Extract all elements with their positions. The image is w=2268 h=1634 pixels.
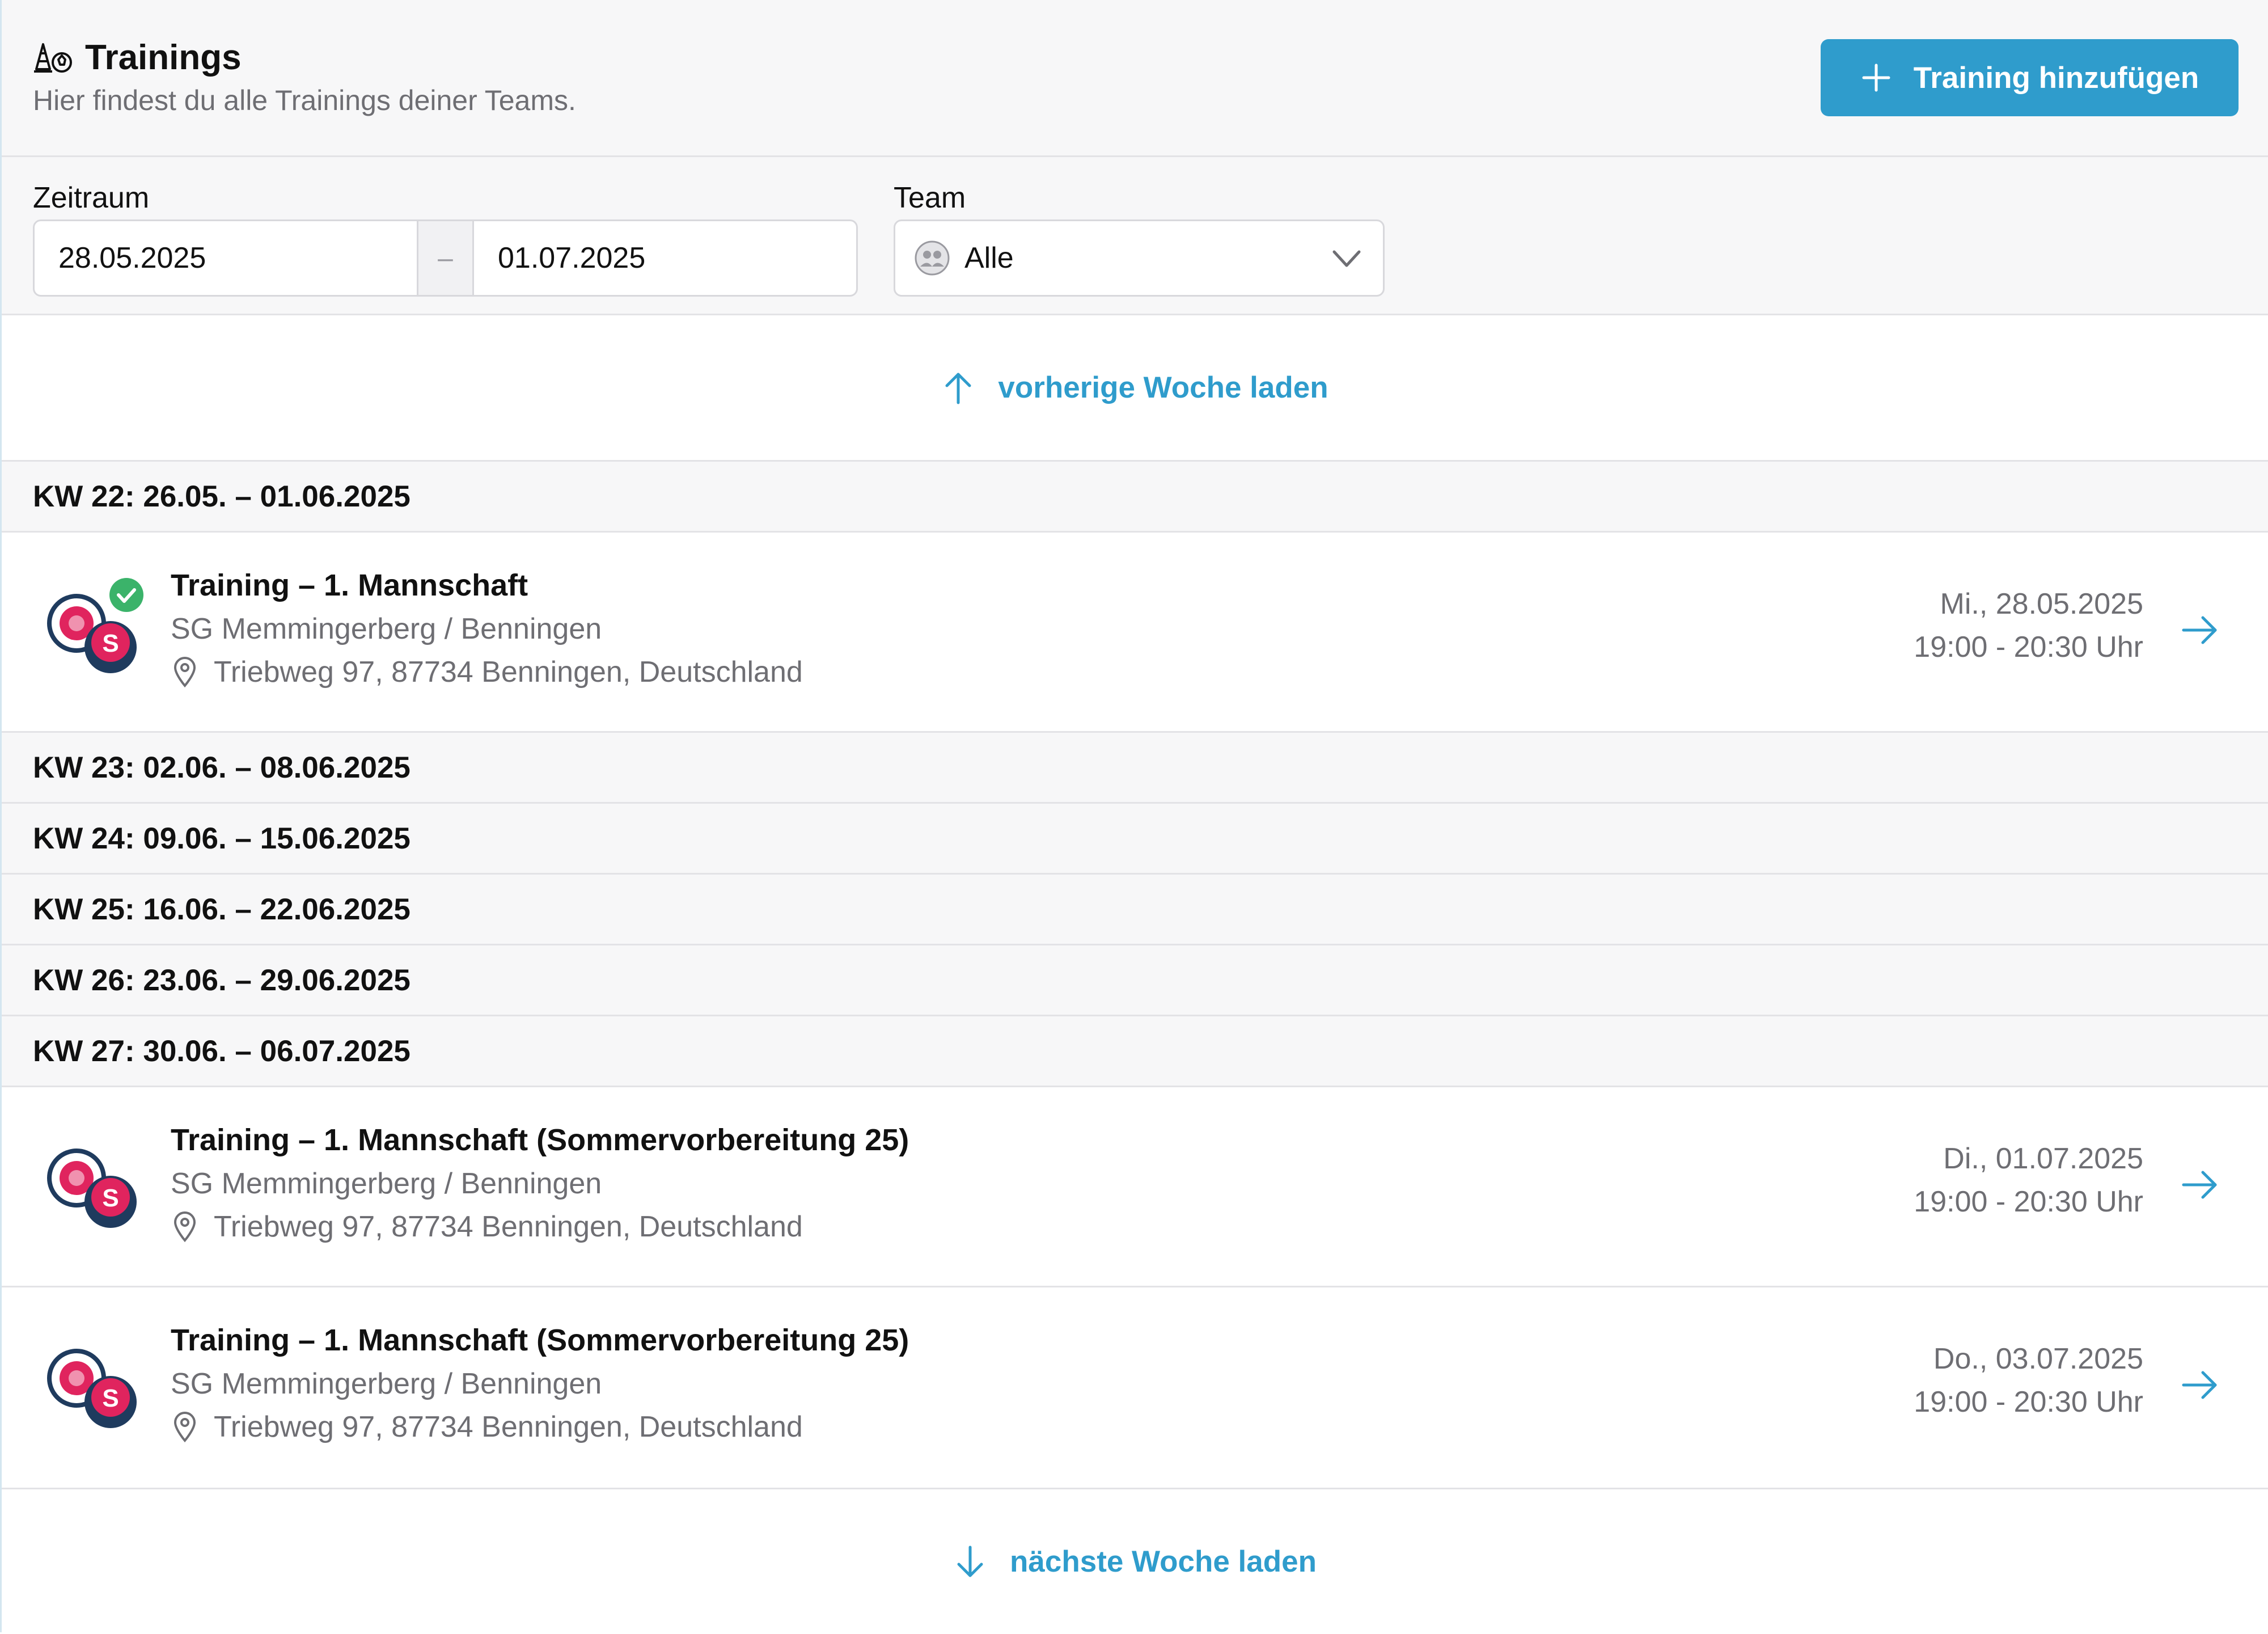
team-logos-icon: S bbox=[47, 578, 143, 673]
training-address: Triebweg 97, 87734 Benningen, Deutschlan… bbox=[171, 1210, 803, 1244]
week-header: KW 27: 30.06. – 06.07.2025 bbox=[2, 1016, 2268, 1087]
date-from-field[interactable]: 28.05.2025 bbox=[35, 221, 417, 295]
add-training-label: Training hinzufügen bbox=[1913, 61, 2199, 95]
training-title: Training – 1. Mannschaft (Sommervorberei… bbox=[171, 1123, 909, 1157]
arrow-right-icon bbox=[2182, 1171, 2217, 1199]
svg-text:S: S bbox=[102, 1184, 119, 1212]
map-pin-icon bbox=[174, 1412, 196, 1443]
map-pin-icon bbox=[174, 657, 196, 688]
page-subtitle: Hier findest du alle Trainings deiner Te… bbox=[33, 85, 576, 116]
training-row[interactable]: S Training – 1. Mannschaft (Sommervorber… bbox=[2, 1087, 2268, 1287]
date-to-field[interactable]: 01.07.2025 bbox=[474, 221, 856, 295]
map-pin-icon bbox=[174, 1211, 196, 1243]
page-header: Trainings Hier findest du alle Trainings… bbox=[2, 0, 2268, 157]
training-club: SG Memmingerberg / Benningen bbox=[171, 613, 602, 645]
training-time: 19:00 - 20:30 Uhr bbox=[1914, 631, 2143, 664]
page-title: Trainings bbox=[33, 37, 242, 78]
week-header: KW 24: 09.06. – 15.06.2025 bbox=[2, 804, 2268, 875]
week-header: KW 25: 16.06. – 22.06.2025 bbox=[2, 875, 2268, 945]
training-address-text: Triebweg 97, 87734 Benningen, Deutschlan… bbox=[214, 656, 803, 689]
check-circle-icon bbox=[109, 578, 143, 612]
team-select-value: Alle bbox=[964, 242, 1014, 275]
training-date: Mi., 28.05.2025 bbox=[1940, 588, 2143, 620]
arrow-right-icon bbox=[2182, 616, 2217, 644]
week-header: KW 26: 23.06. – 29.06.2025 bbox=[2, 945, 2268, 1016]
training-date: Di., 01.07.2025 bbox=[1943, 1142, 2143, 1175]
arrow-up-icon bbox=[945, 373, 971, 404]
add-training-button[interactable]: Training hinzufügen bbox=[1821, 39, 2239, 116]
load-next-week-button[interactable]: nächste Woche laden bbox=[2, 1488, 2268, 1634]
training-title: Training – 1. Mannschaft bbox=[171, 568, 528, 602]
team-select[interactable]: Alle bbox=[894, 219, 1385, 297]
training-club: SG Memmingerberg / Benningen bbox=[171, 1367, 602, 1400]
arrow-down-icon bbox=[957, 1546, 983, 1577]
training-row[interactable]: S Training – 1. Mannschaft (Sommervorber… bbox=[2, 1287, 2268, 1488]
team-label: Team bbox=[894, 181, 966, 214]
training-address: Triebweg 97, 87734 Benningen, Deutschlan… bbox=[171, 1410, 803, 1444]
training-row[interactable]: S Training – 1. Mannschaft SG Memmingerb… bbox=[2, 533, 2268, 733]
load-previous-week-button[interactable]: vorherige Woche laden bbox=[2, 315, 2268, 462]
training-club: SG Memmingerberg / Benningen bbox=[171, 1167, 602, 1200]
load-previous-week-label: vorherige Woche laden bbox=[998, 371, 1328, 404]
filter-bar: Zeitraum 28.05.2025 – 01.07.2025 Team Al… bbox=[2, 157, 2268, 315]
page-title-text: Trainings bbox=[85, 38, 242, 77]
training-time: 19:00 - 20:30 Uhr bbox=[1914, 1185, 2143, 1218]
trainings-page: Trainings Hier findest du alle Trainings… bbox=[0, 0, 2268, 1632]
training-cones-icon bbox=[34, 43, 72, 73]
training-address-text: Triebweg 97, 87734 Benningen, Deutschlan… bbox=[214, 1411, 803, 1443]
week-header: KW 22: 26.05. – 01.06.2025 bbox=[2, 462, 2268, 533]
svg-text:S: S bbox=[102, 630, 119, 657]
training-address-text: Triebweg 97, 87734 Benningen, Deutschlan… bbox=[214, 1210, 803, 1243]
period-label: Zeitraum bbox=[33, 181, 150, 214]
arrow-right-icon bbox=[2182, 1371, 2217, 1399]
team-logos-icon: S bbox=[47, 1149, 137, 1228]
week-header: KW 23: 02.06. – 08.06.2025 bbox=[2, 733, 2268, 804]
load-next-week-label: nächste Woche laden bbox=[1010, 1545, 1317, 1578]
training-time: 19:00 - 20:30 Uhr bbox=[1914, 1386, 2143, 1418]
chevron-down-icon bbox=[1332, 250, 1361, 267]
people-icon bbox=[915, 240, 950, 276]
training-date: Do., 03.07.2025 bbox=[1933, 1342, 2143, 1375]
training-title: Training – 1. Mannschaft (Sommervorberei… bbox=[171, 1323, 909, 1357]
date-range-picker: 28.05.2025 – 01.07.2025 bbox=[33, 219, 858, 297]
date-separator: – bbox=[417, 221, 474, 295]
training-address: Triebweg 97, 87734 Benningen, Deutschlan… bbox=[171, 655, 803, 689]
plus-icon bbox=[1862, 64, 1890, 92]
svg-text:S: S bbox=[102, 1384, 119, 1412]
team-logos-icon: S bbox=[47, 1349, 137, 1428]
